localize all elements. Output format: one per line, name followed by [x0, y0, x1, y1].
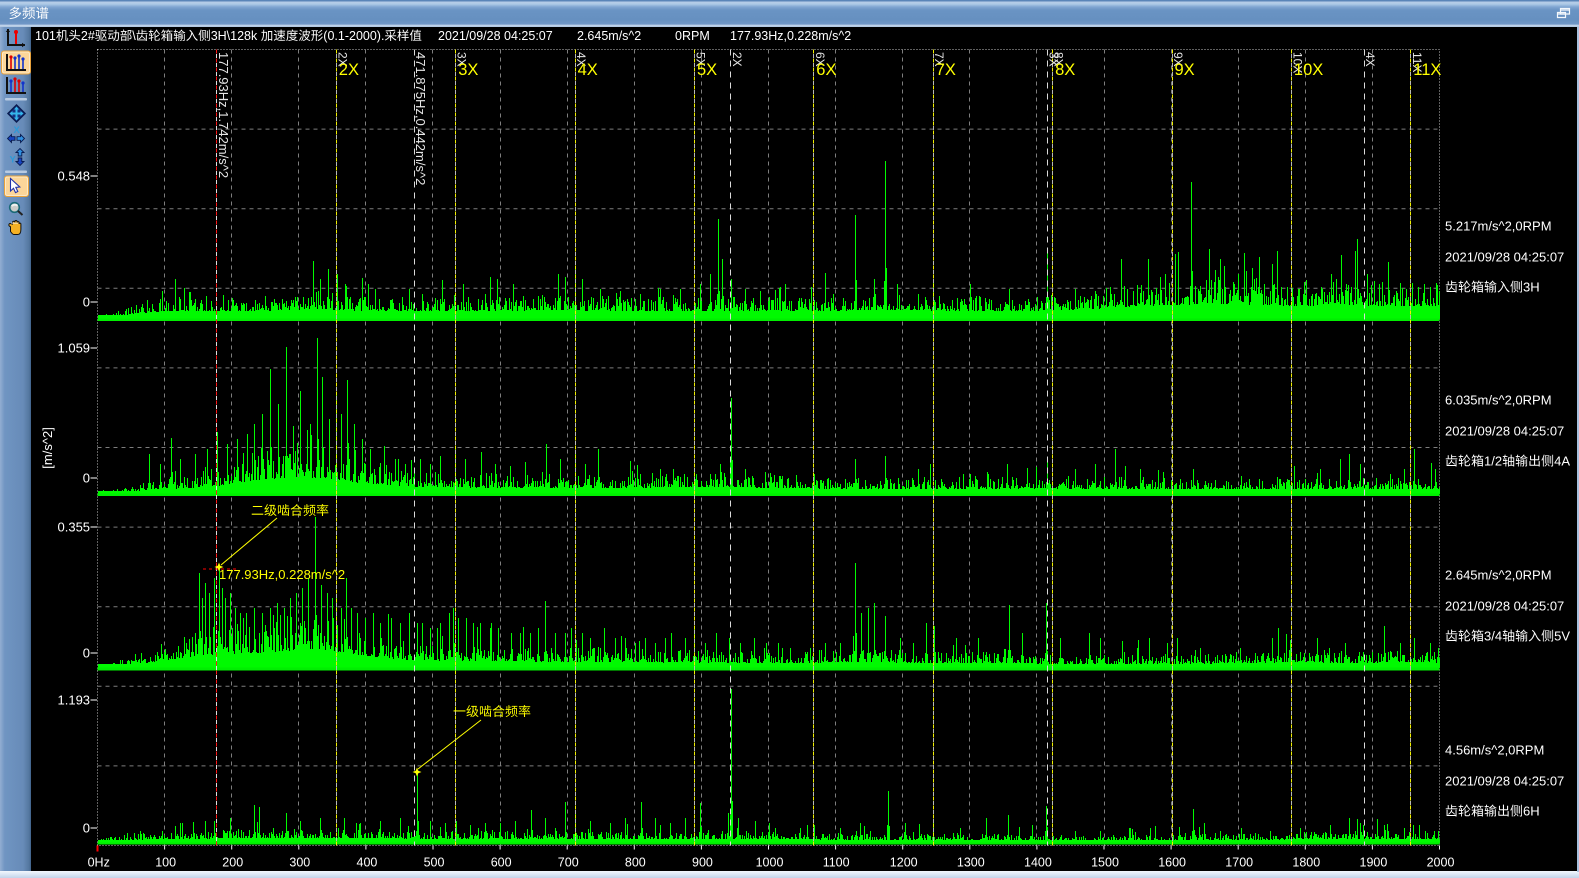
svg-text:800: 800 [625, 856, 646, 870]
svg-text:5.217m/s^2,0RPM: 5.217m/s^2,0RPM [1445, 219, 1552, 234]
svg-text:1600: 1600 [1158, 856, 1186, 870]
svg-text:1/2: 1/2 [1484, 454, 1502, 469]
svg-text:1300: 1300 [957, 856, 985, 870]
svg-text:177.93Hz,0.228m/s^2: 177.93Hz,0.228m/s^2 [730, 29, 851, 43]
svg-text:2021/09/28 04:25:07: 2021/09/28 04:25:07 [1445, 599, 1564, 614]
svg-text:300: 300 [289, 856, 310, 870]
svg-text:1200: 1200 [890, 856, 918, 870]
svg-text:9X: 9X [1175, 61, 1195, 79]
svg-text:7X: 7X [936, 61, 956, 79]
svg-text:0.548: 0.548 [58, 169, 91, 184]
svg-text:1000: 1000 [756, 856, 784, 870]
svg-text:177.93Hz,1.742m/s^2: 177.93Hz,1.742m/s^2 [216, 52, 231, 178]
svg-text:10X: 10X [1294, 61, 1323, 79]
svg-text:100: 100 [155, 856, 176, 870]
svg-text:101: 101 [35, 29, 56, 43]
svg-text:0: 0 [83, 295, 90, 310]
svg-text:200: 200 [222, 856, 243, 870]
svg-text:2#: 2# [81, 29, 95, 43]
svg-text:400: 400 [357, 856, 378, 870]
svg-text:3H\128k: 3H\128k [211, 29, 261, 43]
svg-text:X: X [14, 125, 21, 136]
svg-text:6X: 6X [816, 61, 836, 79]
svg-text:1500: 1500 [1091, 856, 1119, 870]
svg-text:0: 0 [83, 821, 90, 836]
svg-text:600: 600 [491, 856, 512, 870]
svg-text:2021/09/28 04:25:07: 2021/09/28 04:25:07 [438, 29, 553, 43]
svg-text:4A: 4A [1554, 454, 1570, 469]
svg-text:0Hz: 0Hz [88, 856, 110, 870]
svg-text:900: 900 [692, 856, 713, 870]
svg-text:(0.1-2000).: (0.1-2000). [323, 29, 384, 43]
svg-text:0: 0 [83, 646, 90, 661]
svg-text:2X: 2X [730, 52, 744, 67]
svg-text:2021/09/28 04:25:07: 2021/09/28 04:25:07 [1445, 250, 1564, 265]
svg-text:177.93Hz,0.228m/s^2: 177.93Hz,0.228m/s^2 [219, 567, 345, 582]
svg-text:2021/09/28 04:25:07: 2021/09/28 04:25:07 [1445, 424, 1564, 439]
svg-text:4X: 4X [578, 61, 598, 79]
svg-text:2000: 2000 [1427, 856, 1455, 870]
svg-text:2.645m/s^2,0RPM: 2.645m/s^2,0RPM [1445, 568, 1552, 583]
svg-text:500: 500 [424, 856, 445, 870]
svg-text:6.035m/s^2,0RPM: 6.035m/s^2,0RPM [1445, 393, 1552, 408]
svg-text:3X: 3X [458, 61, 478, 79]
svg-text:1100: 1100 [823, 856, 850, 870]
svg-text:0RPM: 0RPM [675, 29, 710, 43]
svg-text:\: \ [132, 29, 136, 43]
svg-text:1.059: 1.059 [58, 341, 91, 356]
svg-text:2X: 2X [339, 61, 359, 79]
svg-text:5X: 5X [697, 61, 717, 79]
svg-text:2.645m/s^2: 2.645m/s^2 [577, 29, 641, 43]
svg-text:8X: 8X [1055, 61, 1075, 79]
svg-text:[m/s^2]: [m/s^2] [40, 427, 55, 469]
svg-text:1400: 1400 [1024, 856, 1052, 870]
svg-text:0.355: 0.355 [58, 520, 91, 535]
svg-text:471.875Hz,0.442m/s^2: 471.875Hz,0.442m/s^2 [413, 52, 428, 185]
svg-text:6H: 6H [1523, 804, 1540, 819]
svg-text:1900: 1900 [1360, 856, 1388, 870]
svg-text:1800: 1800 [1292, 856, 1320, 870]
svg-text:5V: 5V [1554, 629, 1570, 644]
svg-text:4X: 4X [1363, 52, 1377, 67]
svg-text:0: 0 [83, 471, 90, 486]
svg-text:700: 700 [558, 856, 579, 870]
svg-text:1700: 1700 [1225, 856, 1253, 870]
svg-text:3H: 3H [1523, 280, 1540, 295]
svg-text:Y: Y [10, 155, 17, 166]
svg-text:4.56m/s^2,0RPM: 4.56m/s^2,0RPM [1445, 743, 1544, 758]
svg-text:2021/09/28 04:25:07: 2021/09/28 04:25:07 [1445, 774, 1564, 789]
svg-text:3/4: 3/4 [1484, 629, 1502, 644]
svg-text:11X: 11X [1413, 61, 1441, 79]
svg-text:1.193: 1.193 [58, 693, 91, 708]
